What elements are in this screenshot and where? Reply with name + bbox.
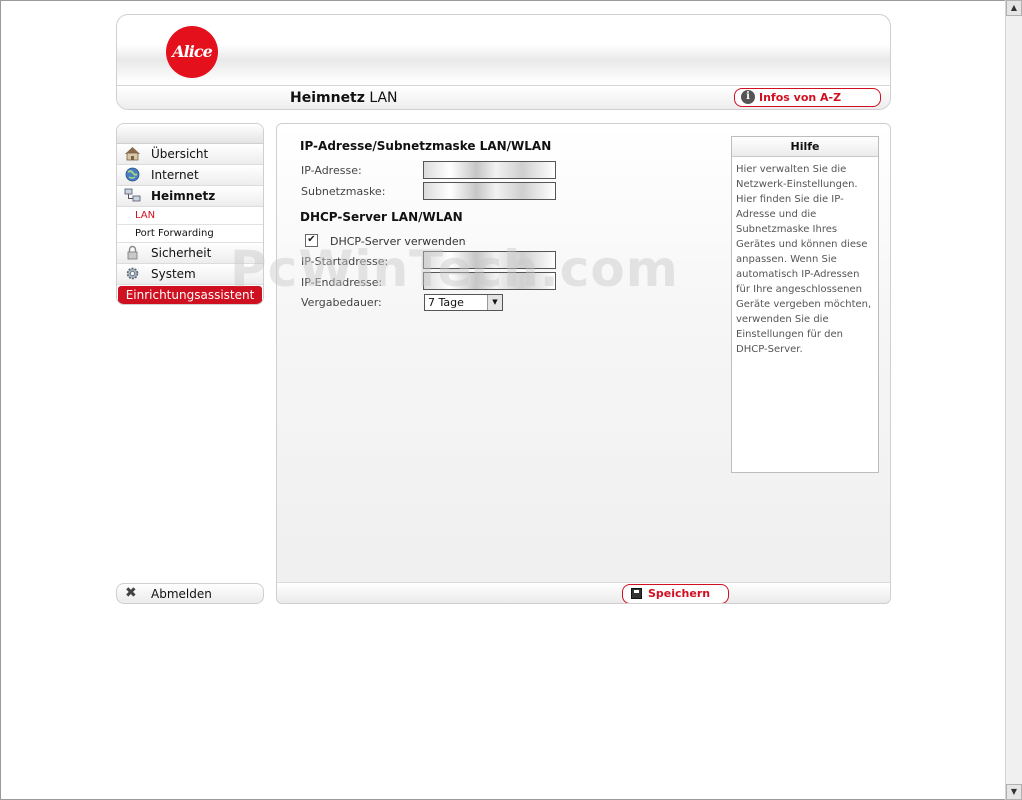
info-icon: i	[741, 90, 755, 104]
scroll-up-icon[interactable]: ▲	[1006, 0, 1022, 16]
subnet-mask-label: Subnetzmaske:	[301, 185, 386, 198]
sidebar-item-sicherheit[interactable]: Sicherheit	[117, 243, 263, 264]
sidebar-top	[117, 124, 263, 144]
sidebar-item-label: Übersicht	[151, 147, 209, 161]
subnet-mask-field[interactable]	[423, 182, 556, 200]
lock-icon	[127, 245, 138, 260]
logout-button[interactable]: ✖ Abmelden	[116, 583, 264, 604]
sidebar-item-label: Internet	[151, 168, 199, 182]
globe-icon	[125, 167, 140, 182]
dhcp-server-checkbox[interactable]: ✔	[305, 234, 318, 247]
section-title-ip: IP-Adresse/Subnetzmaske LAN/WLAN	[300, 139, 552, 153]
help-panel: Hilfe Hier verwalten Sie die Netzwerk-Ei…	[731, 136, 879, 473]
save-label: Speichern	[648, 587, 711, 600]
content-panel: IP-Adresse/Subnetzmaske LAN/WLAN IP-Adre…	[276, 123, 891, 604]
sidebar-item-heimnetz[interactable]: Heimnetz	[117, 186, 263, 207]
dhcp-server-checkbox-label: DHCP-Server verwenden	[330, 235, 466, 248]
save-button[interactable]: Speichern	[622, 584, 729, 603]
help-text: Hier verwalten Sie die Netzwerk-Einstell…	[736, 164, 872, 355]
header-bar: Heimnetz LAN i Infos von A-Z	[117, 85, 890, 109]
lease-duration-select[interactable]: 7 Tage ▼	[424, 294, 503, 311]
alice-logo: Alice	[166, 26, 218, 78]
ip-start-label: IP-Startadresse:	[301, 255, 389, 268]
infos-a-z-button[interactable]: i Infos von A-Z	[734, 88, 881, 107]
home-icon	[125, 147, 140, 161]
page-title-subsection: LAN	[364, 90, 398, 106]
sidebar-item-uebersicht[interactable]: Übersicht	[117, 144, 263, 165]
ip-start-field[interactable]	[423, 251, 556, 269]
save-icon	[631, 588, 642, 599]
infos-a-z-label: Infos von A-Z	[759, 91, 842, 104]
close-icon: ✖	[125, 585, 137, 601]
lease-duration-label: Vergabedauer:	[301, 296, 382, 309]
ip-end-label: IP-Endadresse:	[301, 276, 383, 289]
sidebar-item-internet[interactable]: Internet	[117, 165, 263, 186]
page-title-section: Heimnetz	[290, 90, 365, 106]
sidebar-item-label: Sicherheit	[151, 246, 212, 260]
sidebar-item-system[interactable]: System	[117, 264, 263, 285]
page-title: Heimnetz LAN	[290, 90, 398, 106]
scroll-down-icon[interactable]: ▼	[1006, 784, 1022, 800]
chevron-down-icon[interactable]: ▼	[487, 295, 502, 310]
ip-address-field[interactable]	[423, 161, 556, 179]
network-icon	[124, 188, 141, 202]
ip-end-field[interactable]	[423, 272, 556, 290]
lease-duration-value: 7 Tage	[428, 296, 464, 309]
sidebar-subitem-port-forwarding[interactable]: Port Forwarding	[117, 225, 263, 243]
vertical-scrollbar[interactable]: ▲ ▼	[1005, 0, 1022, 800]
ip-address-label: IP-Adresse:	[301, 164, 362, 177]
logout-label: Abmelden	[151, 587, 212, 601]
gear-icon	[126, 267, 139, 280]
help-title: Hilfe	[732, 137, 878, 157]
content-footer: Speichern	[277, 582, 890, 603]
sidebar: Übersicht Internet Heimnetz LAN Port For…	[116, 123, 264, 305]
section-title-dhcp: DHCP-Server LAN/WLAN	[300, 210, 463, 224]
sidebar-item-label: Heimnetz	[151, 189, 216, 203]
sidebar-item-label: System	[151, 267, 196, 281]
einrichtungsassistent-button[interactable]: Einrichtungsassistent	[118, 286, 262, 304]
sidebar-subitem-lan[interactable]: LAN	[117, 207, 263, 225]
header: Alice Heimnetz LAN i Infos von A-Z	[116, 14, 891, 110]
